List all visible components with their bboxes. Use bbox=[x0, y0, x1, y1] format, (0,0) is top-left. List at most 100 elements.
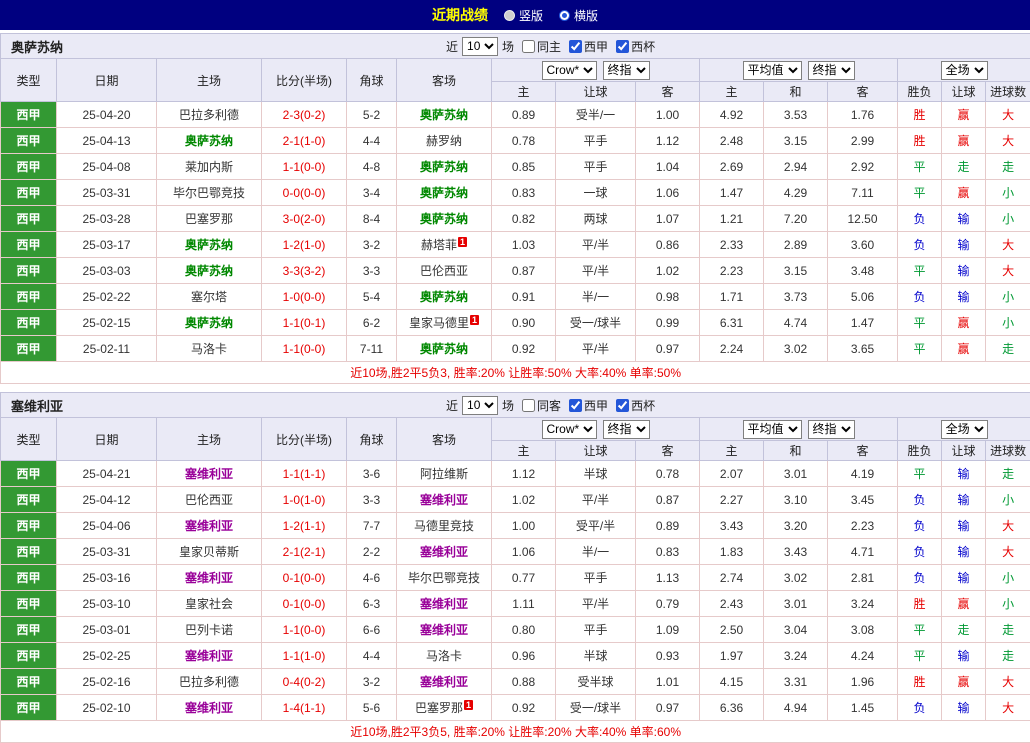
match-row: 西甲25-03-10皇家社会0-1(0-0)6-3塞维利亚1.11平/半0.79… bbox=[1, 591, 1030, 617]
away-team-link[interactable]: 巴塞罗那1 bbox=[397, 695, 492, 721]
away-team-link[interactable]: 塞维利亚 bbox=[397, 591, 492, 617]
filter-league[interactable]: 西甲 bbox=[565, 38, 608, 55]
recent-count-select[interactable]: 10 bbox=[462, 37, 498, 56]
away-team-link[interactable]: 赫塔菲1 bbox=[397, 232, 492, 258]
cup-checkbox[interactable] bbox=[616, 399, 629, 412]
asian-home-odds: 0.80 bbox=[492, 617, 556, 643]
away-team-link[interactable]: 奥萨苏纳 bbox=[397, 180, 492, 206]
euro-draw-odds: 2.94 bbox=[764, 154, 828, 180]
corner-score: 7-11 bbox=[347, 336, 397, 362]
fulltime-select[interactable]: 全场 bbox=[941, 420, 988, 439]
euro-draw-odds: 3.02 bbox=[764, 336, 828, 362]
league-checkbox[interactable] bbox=[569, 399, 582, 412]
match-row: 西甲25-03-31皇家贝蒂斯2-1(2-1)2-2塞维利亚1.06半/一0.8… bbox=[1, 539, 1030, 565]
odds-company-select[interactable]: Crow* bbox=[542, 61, 597, 80]
away-team-link[interactable]: 奥萨苏纳 bbox=[397, 336, 492, 362]
asian-final-odds-select[interactable]: 终指 bbox=[603, 420, 650, 439]
col-header-handicap: 让球 bbox=[556, 441, 636, 461]
goals-result: 小 bbox=[986, 206, 1030, 232]
home-team-link[interactable]: 巴列卡诺 bbox=[157, 617, 262, 643]
home-team-link[interactable]: 巴塞罗那 bbox=[157, 206, 262, 232]
away-team-link[interactable]: 塞维利亚 bbox=[397, 487, 492, 513]
away-team-link[interactable]: 塞维利亚 bbox=[397, 539, 492, 565]
euro-average-select[interactable]: 平均值 bbox=[743, 420, 802, 439]
layout-option-vertical[interactable]: 竖版 bbox=[504, 7, 543, 24]
asian-away-odds: 1.02 bbox=[636, 258, 700, 284]
away-team-link[interactable]: 塞维利亚 bbox=[397, 669, 492, 695]
radio-horizontal-icon[interactable] bbox=[559, 10, 570, 21]
match-score: 3-0(2-0) bbox=[262, 206, 347, 232]
layout-option-horizontal[interactable]: 横版 bbox=[559, 7, 598, 24]
asian-final-odds-select[interactable]: 终指 bbox=[603, 61, 650, 80]
home-team-link[interactable]: 巴伦西亚 bbox=[157, 487, 262, 513]
away-team-link[interactable]: 马洛卡 bbox=[397, 643, 492, 669]
home-team-link[interactable]: 巴拉多利德 bbox=[157, 102, 262, 128]
filter-league[interactable]: 西甲 bbox=[565, 397, 608, 414]
home-team-link[interactable]: 皇家贝蒂斯 bbox=[157, 539, 262, 565]
home-team-link[interactable]: 莱加内斯 bbox=[157, 154, 262, 180]
away-team-link[interactable]: 塞维利亚 bbox=[397, 617, 492, 643]
home-team-link[interactable]: 塞维利亚 bbox=[157, 461, 262, 487]
radio-vertical-icon[interactable] bbox=[504, 10, 515, 21]
euro-draw-odds: 3.53 bbox=[764, 102, 828, 128]
asian-away-odds: 1.00 bbox=[636, 102, 700, 128]
match-row: 西甲25-04-06塞维利亚1-2(1-1)7-7马德里竞技1.00受平/半0.… bbox=[1, 513, 1030, 539]
euro-home-odds: 2.43 bbox=[700, 591, 764, 617]
away-team-link[interactable]: 皇家马德里1 bbox=[397, 310, 492, 336]
away-team-link[interactable]: 赫罗纳 bbox=[397, 128, 492, 154]
away-team-link[interactable]: 阿拉维斯 bbox=[397, 461, 492, 487]
home-team-link[interactable]: 马洛卡 bbox=[157, 336, 262, 362]
goals-result: 大 bbox=[986, 128, 1030, 154]
same-venue-checkbox[interactable] bbox=[522, 399, 535, 412]
cup-checkbox[interactable] bbox=[616, 40, 629, 53]
home-team-link[interactable]: 巴拉多利德 bbox=[157, 669, 262, 695]
same-venue-checkbox[interactable] bbox=[522, 40, 535, 53]
league-badge: 西甲 bbox=[1, 284, 57, 310]
away-team-link[interactable]: 马德里竞技 bbox=[397, 513, 492, 539]
home-team-link[interactable]: 毕尔巴鄂竞技 bbox=[157, 180, 262, 206]
euro-final-odds-select[interactable]: 终指 bbox=[808, 61, 855, 80]
league-badge: 西甲 bbox=[1, 643, 57, 669]
home-team-link[interactable]: 奥萨苏纳 bbox=[157, 232, 262, 258]
filter-cup[interactable]: 西杯 bbox=[612, 38, 655, 55]
home-team-link[interactable]: 塞维利亚 bbox=[157, 695, 262, 721]
match-score: 1-1(0-1) bbox=[262, 310, 347, 336]
home-team-link[interactable]: 塞维利亚 bbox=[157, 643, 262, 669]
euro-away-odds: 1.47 bbox=[828, 310, 898, 336]
filter-same-venue[interactable]: 同客 bbox=[518, 397, 561, 414]
asian-home-odds: 0.83 bbox=[492, 180, 556, 206]
home-team-link[interactable]: 奥萨苏纳 bbox=[157, 258, 262, 284]
home-team-link[interactable]: 塞维利亚 bbox=[157, 513, 262, 539]
match-result: 负 bbox=[898, 513, 942, 539]
asian-away-odds: 0.89 bbox=[636, 513, 700, 539]
filter-same-venue[interactable]: 同主 bbox=[518, 38, 561, 55]
away-team-link[interactable]: 奥萨苏纳 bbox=[397, 154, 492, 180]
asian-away-odds: 0.83 bbox=[636, 539, 700, 565]
away-team-link[interactable]: 奥萨苏纳 bbox=[397, 206, 492, 232]
home-team-link[interactable]: 奥萨苏纳 bbox=[157, 128, 262, 154]
away-team-link[interactable]: 巴伦西亚 bbox=[397, 258, 492, 284]
home-team-link[interactable]: 皇家社会 bbox=[157, 591, 262, 617]
euro-draw-odds: 3.73 bbox=[764, 284, 828, 310]
filter-cup[interactable]: 西杯 bbox=[612, 397, 655, 414]
away-team-link[interactable]: 奥萨苏纳 bbox=[397, 284, 492, 310]
fulltime-select[interactable]: 全场 bbox=[941, 61, 988, 80]
home-team-link[interactable]: 塞尔塔 bbox=[157, 284, 262, 310]
home-team-link[interactable]: 奥萨苏纳 bbox=[157, 310, 262, 336]
corner-score: 3-2 bbox=[347, 669, 397, 695]
euro-home-odds: 2.23 bbox=[700, 258, 764, 284]
home-team-link[interactable]: 塞维利亚 bbox=[157, 565, 262, 591]
corner-score: 4-6 bbox=[347, 565, 397, 591]
away-team-link[interactable]: 毕尔巴鄂竞技 bbox=[397, 565, 492, 591]
league-checkbox[interactable] bbox=[569, 40, 582, 53]
odds-company-select[interactable]: Crow* bbox=[542, 420, 597, 439]
match-row: 西甲25-03-17奥萨苏纳1-2(1-0)3-2赫塔菲11.03平/半0.86… bbox=[1, 232, 1030, 258]
recent-count-select[interactable]: 10 bbox=[462, 396, 498, 415]
euro-final-odds-select[interactable]: 终指 bbox=[808, 420, 855, 439]
match-score: 1-1(0-0) bbox=[262, 154, 347, 180]
euro-draw-odds: 2.89 bbox=[764, 232, 828, 258]
euro-average-select[interactable]: 平均值 bbox=[743, 61, 802, 80]
euro-home-odds: 2.33 bbox=[700, 232, 764, 258]
red-card-badge: 1 bbox=[464, 700, 473, 710]
away-team-link[interactable]: 奥萨苏纳 bbox=[397, 102, 492, 128]
